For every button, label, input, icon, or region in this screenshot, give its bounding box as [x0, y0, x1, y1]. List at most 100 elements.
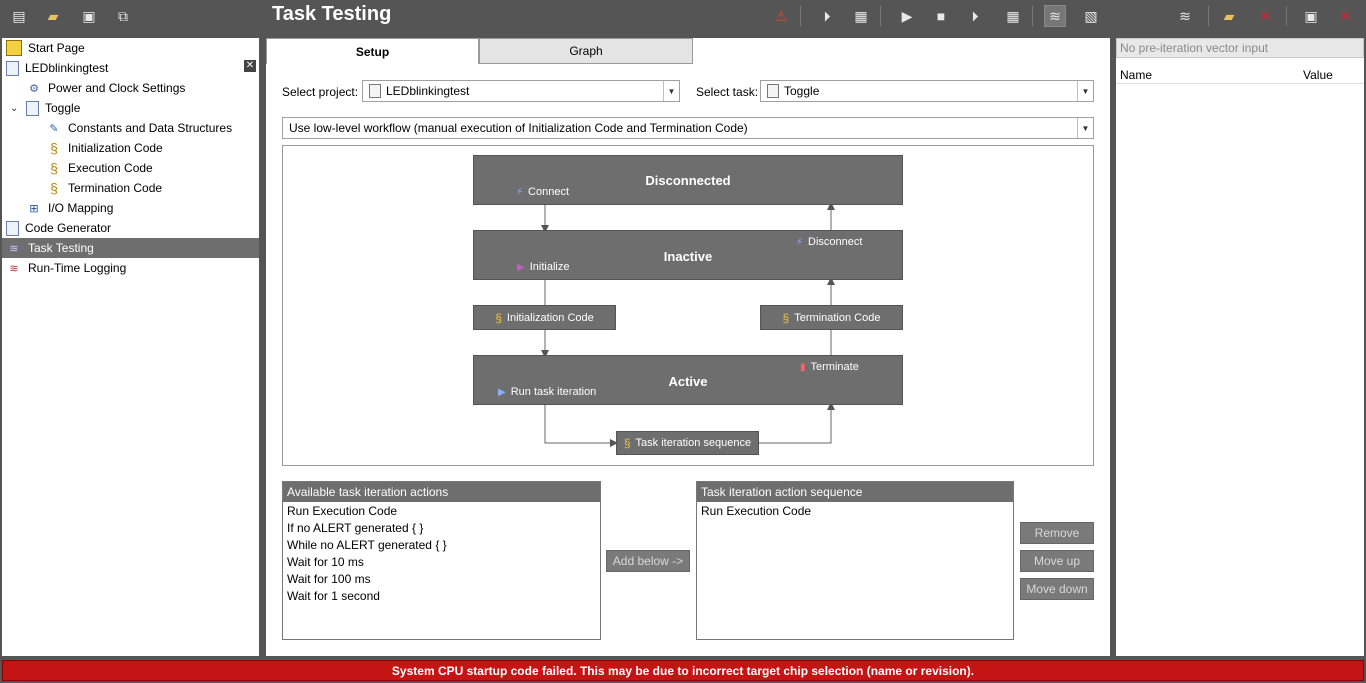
tree-item-term-code[interactable]: § Termination Code	[2, 178, 259, 198]
state-disconnected: Disconnected ⚡ Connect	[473, 155, 903, 205]
scroll-icon: §	[782, 310, 790, 325]
tree-item-toggle[interactable]: ⌄ Toggle	[2, 98, 259, 118]
play-icon[interactable]: ▶	[896, 5, 918, 27]
list-item[interactable]: If no ALERT generated { }	[283, 519, 600, 536]
move-up-button[interactable]: Move up	[1020, 550, 1094, 572]
delete-icon[interactable]: ✕	[1254, 5, 1276, 27]
task-icon	[767, 84, 779, 98]
task-sequence-box[interactable]: § Task iteration sequence	[616, 431, 759, 455]
graph-export-icon[interactable]: ▧	[1080, 5, 1102, 27]
connect-icon: ⚡	[516, 186, 524, 198]
workflow-diagram: Disconnected ⚡ Connect Inactive ▶ Initia…	[282, 145, 1094, 466]
disconnect-icon: ⚡	[796, 236, 804, 248]
chevron-down-icon[interactable]: ▼	[1077, 81, 1093, 101]
workflow-select-value: Use low-level workflow (manual execution…	[289, 121, 748, 135]
start-page-icon	[6, 40, 22, 56]
tree-item-label: Code Generator	[25, 221, 112, 235]
tree-item-init-code[interactable]: § Initialization Code	[2, 138, 259, 158]
remove-button[interactable]: Remove	[1020, 522, 1094, 544]
run-iteration-action[interactable]: ▶ Run task iteration	[498, 386, 596, 398]
tree-item-exec-code[interactable]: § Execution Code	[2, 158, 259, 178]
add-below-button[interactable]: Add below ->	[606, 550, 690, 572]
terminate-icon: ▮	[800, 361, 806, 373]
list-item[interactable]: Run Execution Code	[283, 502, 600, 519]
new-project-icon[interactable]: ▤	[8, 5, 30, 27]
report-icon[interactable]: ▦	[850, 5, 872, 27]
open-vector-icon[interactable]: ▰	[1218, 5, 1240, 27]
tree-item-code-generator[interactable]: Code Generator	[2, 218, 259, 238]
tree-item-power-clock[interactable]: ⚙ Power and Clock Settings	[2, 78, 259, 98]
graph-view-icon[interactable]: ≋	[1044, 5, 1066, 27]
status-message: System CPU startup code failed. This may…	[391, 663, 975, 678]
edit-graph-icon[interactable]: ≋	[1174, 5, 1196, 27]
list-item[interactable]: Wait for 100 ms	[283, 570, 600, 587]
list-item[interactable]: Run Execution Code	[697, 502, 1013, 519]
tree-item-label: I/O Mapping	[48, 201, 114, 215]
init-code-label: Initialization Code	[506, 311, 594, 324]
scroll-icon: §	[50, 160, 58, 176]
open-folder-icon[interactable]: ▰	[42, 5, 64, 27]
initialize-action[interactable]: ▶ Initialize	[517, 261, 569, 273]
initialize-icon: ▶	[517, 261, 525, 273]
project-tree: Start Page LEDblinkingtest ✕ ⚙ Power and…	[2, 38, 259, 656]
task-select[interactable]: Toggle ▼	[760, 80, 1094, 102]
disconnect-action[interactable]: ⚡ Disconnect	[796, 236, 862, 248]
tree-item-label: Initialization Code	[68, 141, 163, 155]
action-sequence-list: Task iteration action sequence Run Execu…	[696, 481, 1014, 640]
log-report-icon[interactable]: ▦	[1002, 5, 1024, 27]
alert-icon[interactable]: ⚠	[770, 5, 792, 27]
initialize-label: Initialize	[529, 261, 570, 273]
project-select[interactable]: LEDblinkingtest ▼	[362, 80, 680, 102]
chevron-down-icon[interactable]: ▼	[1077, 118, 1093, 138]
list-item[interactable]: Wait for 10 ms	[283, 553, 600, 570]
terminate-action[interactable]: ▮ Terminate	[800, 361, 859, 373]
status-bar: System CPU startup code failed. This may…	[2, 660, 1364, 681]
scroll-icon: §	[495, 310, 502, 325]
page-title: Task Testing	[272, 3, 392, 25]
vector-input-field[interactable]: No pre-iteration vector input	[1116, 38, 1364, 58]
graph-icon: ≋	[9, 242, 19, 255]
tree-item-constants[interactable]: ✎ Constants and Data Structures	[2, 118, 259, 138]
close-project-icon[interactable]: ✕	[244, 60, 256, 72]
move-down-button[interactable]: Move down	[1020, 578, 1094, 600]
list-item[interactable]: While no ALERT generated { }	[283, 536, 600, 553]
data-structure-icon: ✎	[49, 122, 59, 135]
io-mapping-icon: ⊞	[29, 202, 39, 215]
workflow-select[interactable]: Use low-level workflow (manual execution…	[282, 117, 1094, 139]
init-code-box[interactable]: § Initialization Code	[473, 305, 616, 330]
select-project-label: Select project:	[282, 85, 359, 99]
col-name[interactable]: Name	[1120, 68, 1152, 82]
list-header: Available task iteration actions	[283, 482, 600, 502]
tree-item-io-mapping[interactable]: ⊞ I/O Mapping	[2, 198, 259, 218]
save-vector-icon[interactable]: ▣	[1300, 5, 1322, 27]
tree-item-label: Termination Code	[68, 181, 163, 195]
chevron-down-icon[interactable]: ⌄	[10, 103, 18, 114]
stop-icon[interactable]: ■	[930, 5, 952, 27]
close-vector-icon[interactable]: ✕	[1334, 5, 1356, 27]
save-all-icon[interactable]: ⧉	[112, 5, 134, 27]
term-code-box[interactable]: § Termination Code	[760, 305, 903, 330]
settings-icon: ⚙	[29, 82, 39, 95]
tree-item-project[interactable]: LEDblinkingtest	[2, 58, 259, 78]
tab-setup[interactable]: Setup	[266, 38, 479, 64]
code-generator-icon	[6, 220, 19, 236]
save-icon[interactable]: ▣	[78, 5, 100, 27]
list-item[interactable]: Wait for 1 second	[283, 587, 600, 604]
step-icon[interactable]: ⏵	[816, 5, 838, 27]
chevron-down-icon[interactable]: ▼	[663, 81, 679, 101]
run-iteration-label: Run task iteration	[510, 386, 597, 398]
vector-table-header: Name Value	[1116, 66, 1364, 84]
tree-item-label: Toggle	[45, 101, 81, 115]
select-task-label: Select task:	[696, 85, 759, 99]
project-icon	[369, 84, 381, 98]
tree-item-runtime-logging[interactable]: ≋ Run-Time Logging	[2, 258, 259, 278]
col-value[interactable]: Value	[1303, 68, 1333, 82]
tab-graph[interactable]: Graph	[479, 38, 693, 64]
tree-item-task-testing[interactable]: ≋ Task Testing	[2, 238, 259, 258]
tree-item-label: LEDblinkingtest	[25, 61, 109, 75]
terminate-label: Terminate	[810, 361, 859, 373]
tree-item-label: Execution Code	[68, 161, 153, 175]
step-over-icon[interactable]: ⏵	[964, 5, 986, 27]
connect-action[interactable]: ⚡ Connect	[516, 186, 569, 198]
tree-item-start-page[interactable]: Start Page	[2, 38, 259, 58]
